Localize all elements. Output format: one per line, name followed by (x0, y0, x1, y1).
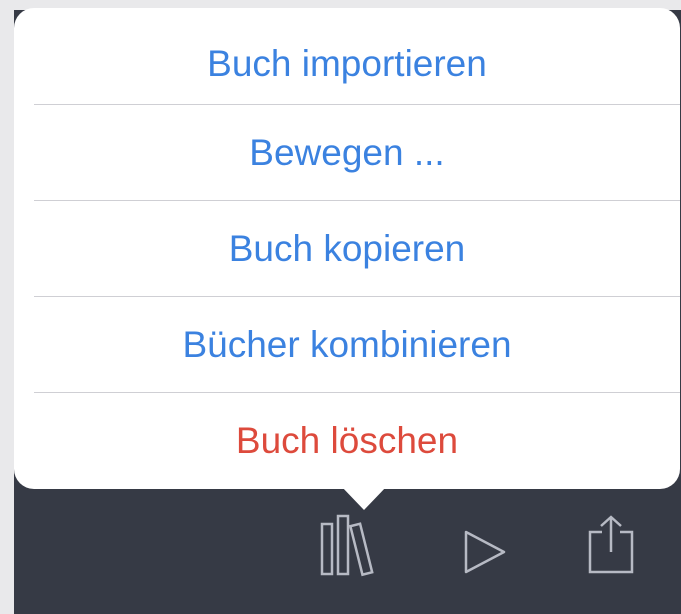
screen: Buch importieren Bewegen ... Buch kopier… (0, 0, 681, 614)
play-icon[interactable] (462, 528, 508, 576)
action-popover-menu: Buch importieren Bewegen ... Buch kopier… (14, 8, 680, 489)
library-icon[interactable] (318, 512, 380, 580)
copy-book-menu-item[interactable]: Buch kopieren (14, 201, 680, 297)
popover-arrow (341, 486, 387, 510)
combine-books-menu-item[interactable]: Bücher kombinieren (14, 297, 680, 393)
left-background-strip (0, 0, 14, 614)
share-icon[interactable] (586, 514, 636, 576)
move-menu-item[interactable]: Bewegen ... (14, 105, 680, 201)
delete-book-menu-item[interactable]: Buch löschen (14, 393, 680, 489)
import-book-menu-item[interactable]: Buch importieren (14, 16, 680, 112)
